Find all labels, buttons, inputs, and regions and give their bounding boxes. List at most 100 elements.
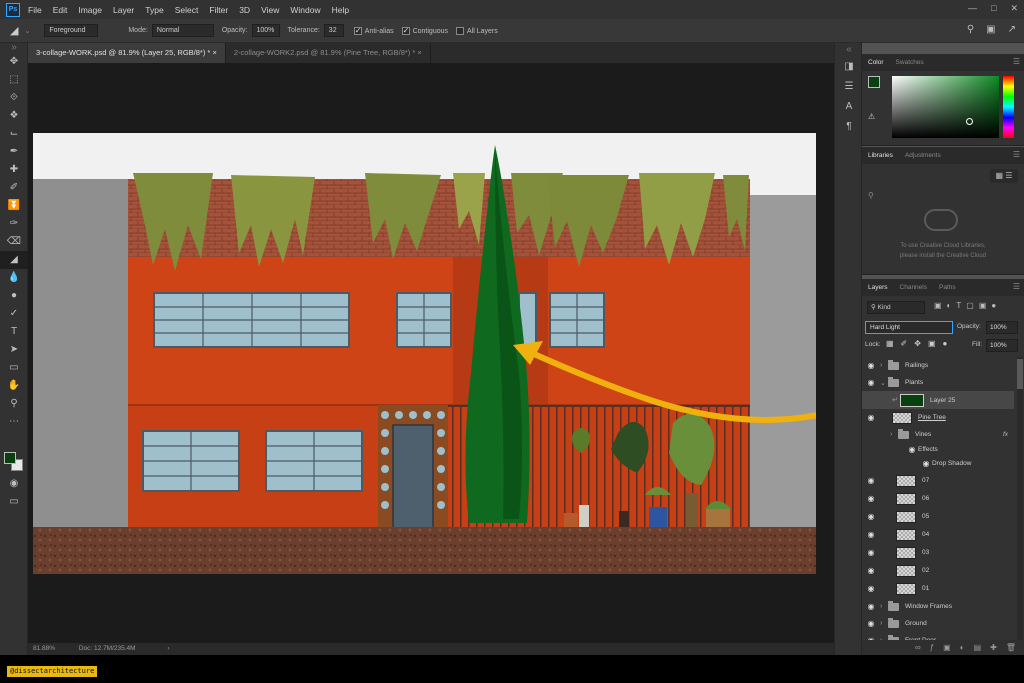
tolerance-field[interactable]: 32 [323,24,344,37]
menu-layer[interactable]: Layer [113,5,134,15]
tab-libraries[interactable]: Libraries [862,152,899,159]
history-panel-icon[interactable]: ◨ [835,57,863,77]
tab-2-collage-work2[interactable]: 2-collage-WORK2.psd @ 81.9% (Pine Tree, … [226,43,431,63]
layers-scrollbar[interactable] [1017,357,1023,647]
tab-paths[interactable]: Paths [933,284,962,291]
library-search-icon[interactable]: ⚲ [868,191,874,200]
fill-field[interactable]: 100% [986,339,1018,352]
menu-view[interactable]: View [261,5,279,15]
all-layers-checkbox[interactable]: All Layers [456,26,498,35]
brush-tool-icon[interactable]: ✐ [0,179,28,197]
history-brush-tool-icon[interactable]: ✑ [0,215,28,233]
maximize-icon[interactable]: □ [991,3,996,14]
menu-3d[interactable]: 3D [239,5,250,15]
tool-preset-chevron-icon[interactable]: ⌄ [24,27,30,35]
move-tool-icon[interactable]: ✥ [0,53,28,71]
healing-brush-tool-icon[interactable]: ✚ [0,161,28,179]
tab-color[interactable]: Color [862,59,890,66]
tab-swatches[interactable]: Swatches [890,59,930,66]
menu-type[interactable]: Type [145,5,163,15]
layer-row-03[interactable]: ◉ 03 [862,544,1014,561]
mode-select[interactable]: Normal [151,24,214,37]
zoom-tool-icon[interactable]: ⚲ [0,395,28,413]
layer-row-01[interactable]: ◉ 01 [862,580,1014,597]
menu-select[interactable]: Select [175,5,199,15]
chevron-right-icon[interactable]: › [880,362,888,369]
paint-bucket-tool-icon[interactable]: ◢ [0,251,28,269]
character-panel-icon[interactable]: A [835,97,863,117]
color-foreground-swatch[interactable] [868,76,880,88]
menu-help[interactable]: Help [332,5,349,15]
clone-stamp-tool-icon[interactable]: ⏬ [0,197,28,215]
collapse-toolbar-icon[interactable]: » [0,43,28,53]
panel-menu-icon[interactable]: ☰ [1013,57,1020,66]
minimize-icon[interactable]: — [968,3,977,14]
new-adjustment-icon[interactable]: ◐ [960,640,965,655]
eye-icon[interactable]: ◉ [862,476,880,485]
tab-layers[interactable]: Layers [862,284,894,291]
quick-mask-icon[interactable]: ◉ [0,475,28,493]
paragraph-panel-icon[interactable]: ¶ [835,117,863,137]
eye-icon[interactable]: ◉ [862,361,880,370]
layers-scrollbar-thumb[interactable] [1017,359,1023,389]
eye-icon[interactable]: ◉ [862,566,880,575]
eye-icon[interactable]: ◉ [862,413,880,422]
panel-menu-icon[interactable]: ☰ [1013,282,1020,291]
menu-window[interactable]: Window [290,5,320,15]
share-icon[interactable]: ↗ [1008,24,1016,35]
layer-row-pine-tree[interactable]: ◉ Pine Tree [862,409,1014,426]
layer-row-drop-shadow[interactable]: ◉ Drop Shadow [862,455,1014,472]
layer-opacity-field[interactable]: 100% [986,321,1018,334]
tab-channels[interactable]: Channels [894,284,933,291]
document-canvas[interactable] [33,133,816,574]
blend-mode-select[interactable]: Hard Light [865,321,953,334]
antialias-checkbox[interactable]: Anti-alias [353,26,394,35]
eye-icon[interactable]: ◉ [862,619,880,628]
more-tools-icon[interactable]: ⋯ [0,413,28,431]
dodge-tool-icon[interactable]: ● [0,287,28,305]
eraser-tool-icon[interactable]: ⌫ [0,233,28,251]
properties-panel-icon[interactable]: ☰ [835,77,863,97]
layer-row-05[interactable]: ◉ 05 [862,508,1014,525]
paint-bucket-icon[interactable]: ◢ [10,24,18,37]
panel-menu-icon[interactable]: ☰ [1013,150,1020,159]
pen-tool-icon[interactable]: ✓ [0,305,28,323]
add-style-icon[interactable]: ƒ [930,640,934,655]
link-layers-icon[interactable]: ∞ [915,640,921,655]
eyedropper-tool-icon[interactable]: ✒ [0,143,28,161]
opacity-field[interactable]: 100% [251,24,280,37]
delete-layer-icon[interactable]: 🗑 [1006,640,1016,655]
layer-row-railings[interactable]: ◉ › Railings [862,357,1014,374]
layer-row-ground[interactable]: ◉ › Ground [862,615,1014,632]
crop-tool-icon[interactable]: ⌙ [0,125,28,143]
menu-filter[interactable]: Filter [209,5,228,15]
new-layer-icon[interactable]: ✚ [990,640,997,655]
eye-icon[interactable]: ◉ [920,459,932,468]
hand-tool-icon[interactable]: ✋ [0,377,28,395]
layer-row-layer-25[interactable]: ↵ Layer 25 [862,391,1014,409]
color-field[interactable] [892,76,999,138]
rectangle-tool-icon[interactable]: ▭ [0,359,28,377]
quick-select-tool-icon[interactable]: ❖ [0,107,28,125]
contiguous-checkbox[interactable]: Contiguous [401,26,448,35]
eye-icon[interactable]: ◉ [862,512,880,521]
chevron-right-icon[interactable]: › [880,620,888,627]
search-icon[interactable]: ⚲ [967,24,974,35]
layer-row-02[interactable]: ◉ 02 [862,562,1014,579]
collapse-panels-icon[interactable]: « [835,43,863,57]
lasso-tool-icon[interactable]: ⟐ [0,89,28,107]
layer-row-window-frames[interactable]: ◉ › Window Frames [862,598,1014,615]
chevron-right-icon[interactable]: › [880,603,888,610]
color-picker-cursor[interactable] [966,118,973,125]
path-select-tool-icon[interactable]: ➤ [0,341,28,359]
menu-image[interactable]: Image [78,5,102,15]
tab-close-icon[interactable]: × [212,48,216,57]
menu-file[interactable]: File [28,5,42,15]
canvas-workspace[interactable] [28,63,834,643]
add-mask-icon[interactable]: ▣ [943,640,951,655]
eye-icon[interactable]: ◉ [862,530,880,539]
tab-adjustments[interactable]: Adjustments [899,152,947,159]
lock-icons[interactable]: ▦✐✥▣● [886,339,954,348]
layer-filter-select[interactable]: ⚲ Kind [867,301,925,314]
layer-row-06[interactable]: ◉ 06 [862,490,1014,507]
